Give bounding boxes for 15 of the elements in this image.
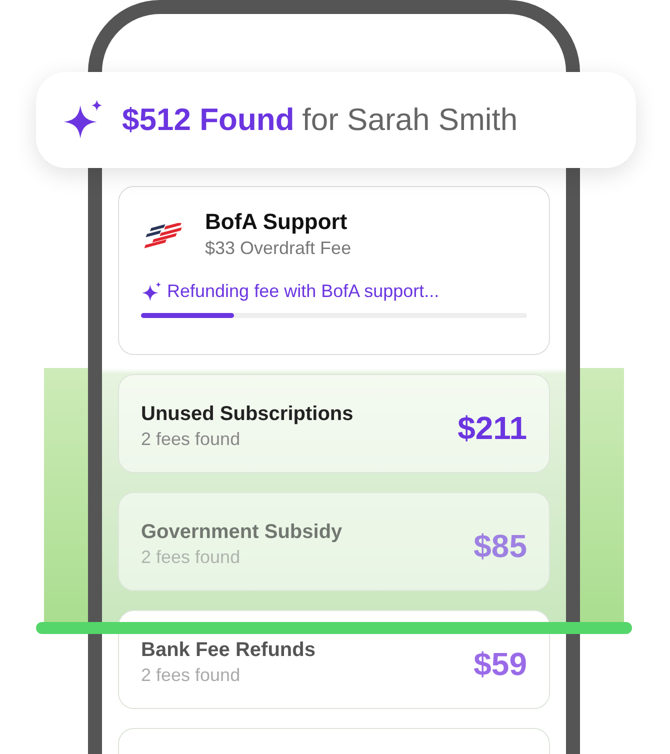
sparkle-icon <box>141 280 163 303</box>
fees-count: 2 fees found <box>141 664 242 687</box>
category-amount: $211 <box>458 408 527 448</box>
status-text: Refunding fee with BofA support... <box>167 280 440 304</box>
amount-found: $512 Found <box>122 100 294 139</box>
recipient-text: for Sarah Smith <box>302 100 518 139</box>
category-title: Bank Fee Refunds <box>141 638 316 662</box>
category-amount: $85 <box>474 526 527 566</box>
fees-count: 2 fees found <box>141 546 242 569</box>
category-title: Government Subsidy <box>141 520 342 544</box>
task-title: BofA Support <box>205 209 348 236</box>
category-title: Unused Subscriptions <box>141 402 354 426</box>
fees-count: 2 fees found <box>141 428 242 451</box>
task-subtitle: $33 Overdraft Fee <box>205 237 352 260</box>
category-amount: $59 <box>474 644 527 684</box>
